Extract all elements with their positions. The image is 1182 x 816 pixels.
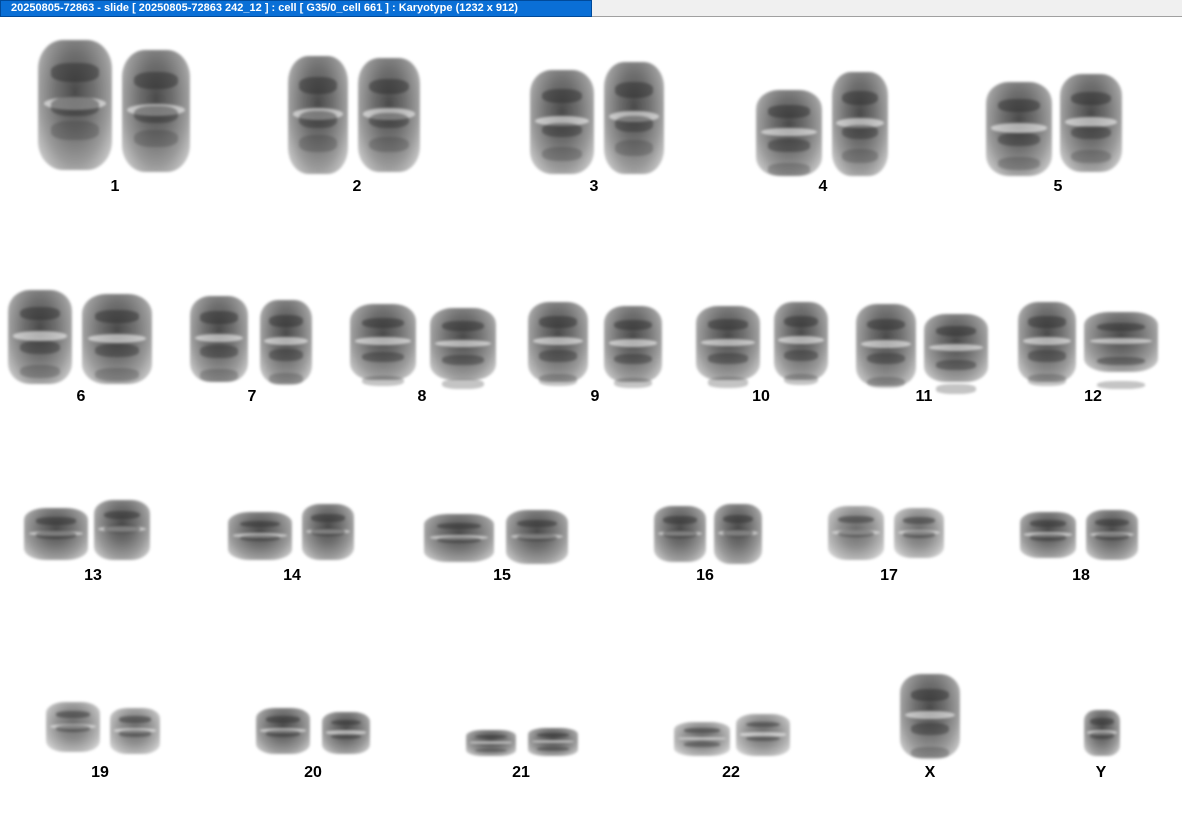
chromosome-11-a[interactable] <box>856 304 916 386</box>
chromosome-18-a[interactable] <box>1020 512 1076 558</box>
chromosome-13-a[interactable] <box>24 508 88 560</box>
chromosome-label-19: 19 <box>91 764 109 781</box>
chromosome-label-6: 6 <box>76 388 86 405</box>
chromosome-17-b[interactable] <box>894 508 944 558</box>
chromosome-label-y: Y <box>1095 764 1107 781</box>
chromosome-1-b[interactable] <box>122 50 190 172</box>
karyotype-window: 20250805-72863 - slide [ 20250805-72863 … <box>0 0 1182 816</box>
chromosome-3-b[interactable] <box>604 62 664 174</box>
chromosome-label-5: 5 <box>1053 178 1063 195</box>
chromosome-22-a[interactable] <box>674 722 730 756</box>
chromosome-21-a[interactable] <box>466 730 516 756</box>
chromosome-label-10: 10 <box>752 388 770 405</box>
chromosome-label-17: 17 <box>880 567 898 584</box>
chromosome-5-a[interactable] <box>986 82 1052 176</box>
chromosome-10-a[interactable] <box>696 306 760 380</box>
chromosome-6-b[interactable] <box>82 294 152 384</box>
chromosome-7-a[interactable] <box>190 296 248 382</box>
chromosome-1-a[interactable] <box>38 40 112 170</box>
chromosome-x[interactable] <box>900 674 960 758</box>
chromosome-label-x: X <box>924 764 936 781</box>
chromosome-4-b[interactable] <box>832 72 888 176</box>
window-title-tab[interactable]: 20250805-72863 - slide [ 20250805-72863 … <box>0 0 592 17</box>
chromosome-19-a[interactable] <box>46 702 100 752</box>
chromosome-label-14: 14 <box>283 567 301 584</box>
title-bar: 20250805-72863 - slide [ 20250805-72863 … <box>0 0 1182 17</box>
chromosome-14-a[interactable] <box>228 512 292 560</box>
chromosome-label-8: 8 <box>417 388 427 405</box>
chromosome-16-b[interactable] <box>714 504 762 564</box>
chromosome-label-12: 12 <box>1084 388 1102 405</box>
chromosome-11-b[interactable] <box>924 314 988 382</box>
chromosome-20-b[interactable] <box>322 712 370 754</box>
chromosome-4-a[interactable] <box>756 90 822 176</box>
chromosome-label-7: 7 <box>247 388 257 405</box>
chromosome-20-a[interactable] <box>256 708 310 754</box>
chromosome-label-1: 1 <box>110 178 120 195</box>
chromosome-19-b[interactable] <box>110 708 160 754</box>
chromosome-16-a[interactable] <box>654 506 706 562</box>
chromosome-8-a[interactable] <box>350 304 416 380</box>
chromosome-label-21: 21 <box>512 764 530 781</box>
chromosome-10-b[interactable] <box>774 302 828 380</box>
chromosome-15-b[interactable] <box>506 510 568 564</box>
chromosome-label-9: 9 <box>590 388 600 405</box>
chromosome-22-b[interactable] <box>736 714 790 756</box>
chromosome-17-a[interactable] <box>828 506 884 560</box>
chromosome-label-22: 22 <box>722 764 740 781</box>
chromosome-7-b[interactable] <box>260 300 312 384</box>
chromosome-y[interactable] <box>1084 710 1120 756</box>
chromosome-3-a[interactable] <box>530 70 594 174</box>
chromosome-15-a[interactable] <box>424 514 494 562</box>
chromosome-13-b[interactable] <box>94 500 150 560</box>
chromosome-6-a[interactable] <box>8 290 72 384</box>
chromosome-8-b[interactable] <box>430 308 496 380</box>
chromosome-14-b[interactable] <box>302 504 354 560</box>
chromosome-label-2: 2 <box>352 178 362 195</box>
chromosome-18-b[interactable] <box>1086 510 1138 560</box>
chromosome-5-b[interactable] <box>1060 74 1122 172</box>
chromosome-label-15: 15 <box>493 567 511 584</box>
chromosome-2-a[interactable] <box>288 56 348 174</box>
chromosome-21-b[interactable] <box>528 728 578 756</box>
chromosome-12-b[interactable] <box>1084 312 1158 372</box>
chromosome-label-11: 11 <box>915 388 933 405</box>
chromosome-12-a[interactable] <box>1018 302 1076 382</box>
karyotype-canvas: 1 2 3 4 5 6 7 8 9 10 11 12 13 14 15 16 1… <box>0 18 1182 816</box>
chromosome-label-3: 3 <box>589 178 599 195</box>
chromosome-label-20: 20 <box>304 764 322 781</box>
chromosome-label-16: 16 <box>696 567 714 584</box>
chromosome-label-18: 18 <box>1072 567 1090 584</box>
chromosome-label-13: 13 <box>84 567 102 584</box>
chromosome-label-4: 4 <box>818 178 828 195</box>
chromosome-2-b[interactable] <box>358 58 420 172</box>
chromosome-9-a[interactable] <box>528 302 588 382</box>
chromosome-9-b[interactable] <box>604 306 662 382</box>
